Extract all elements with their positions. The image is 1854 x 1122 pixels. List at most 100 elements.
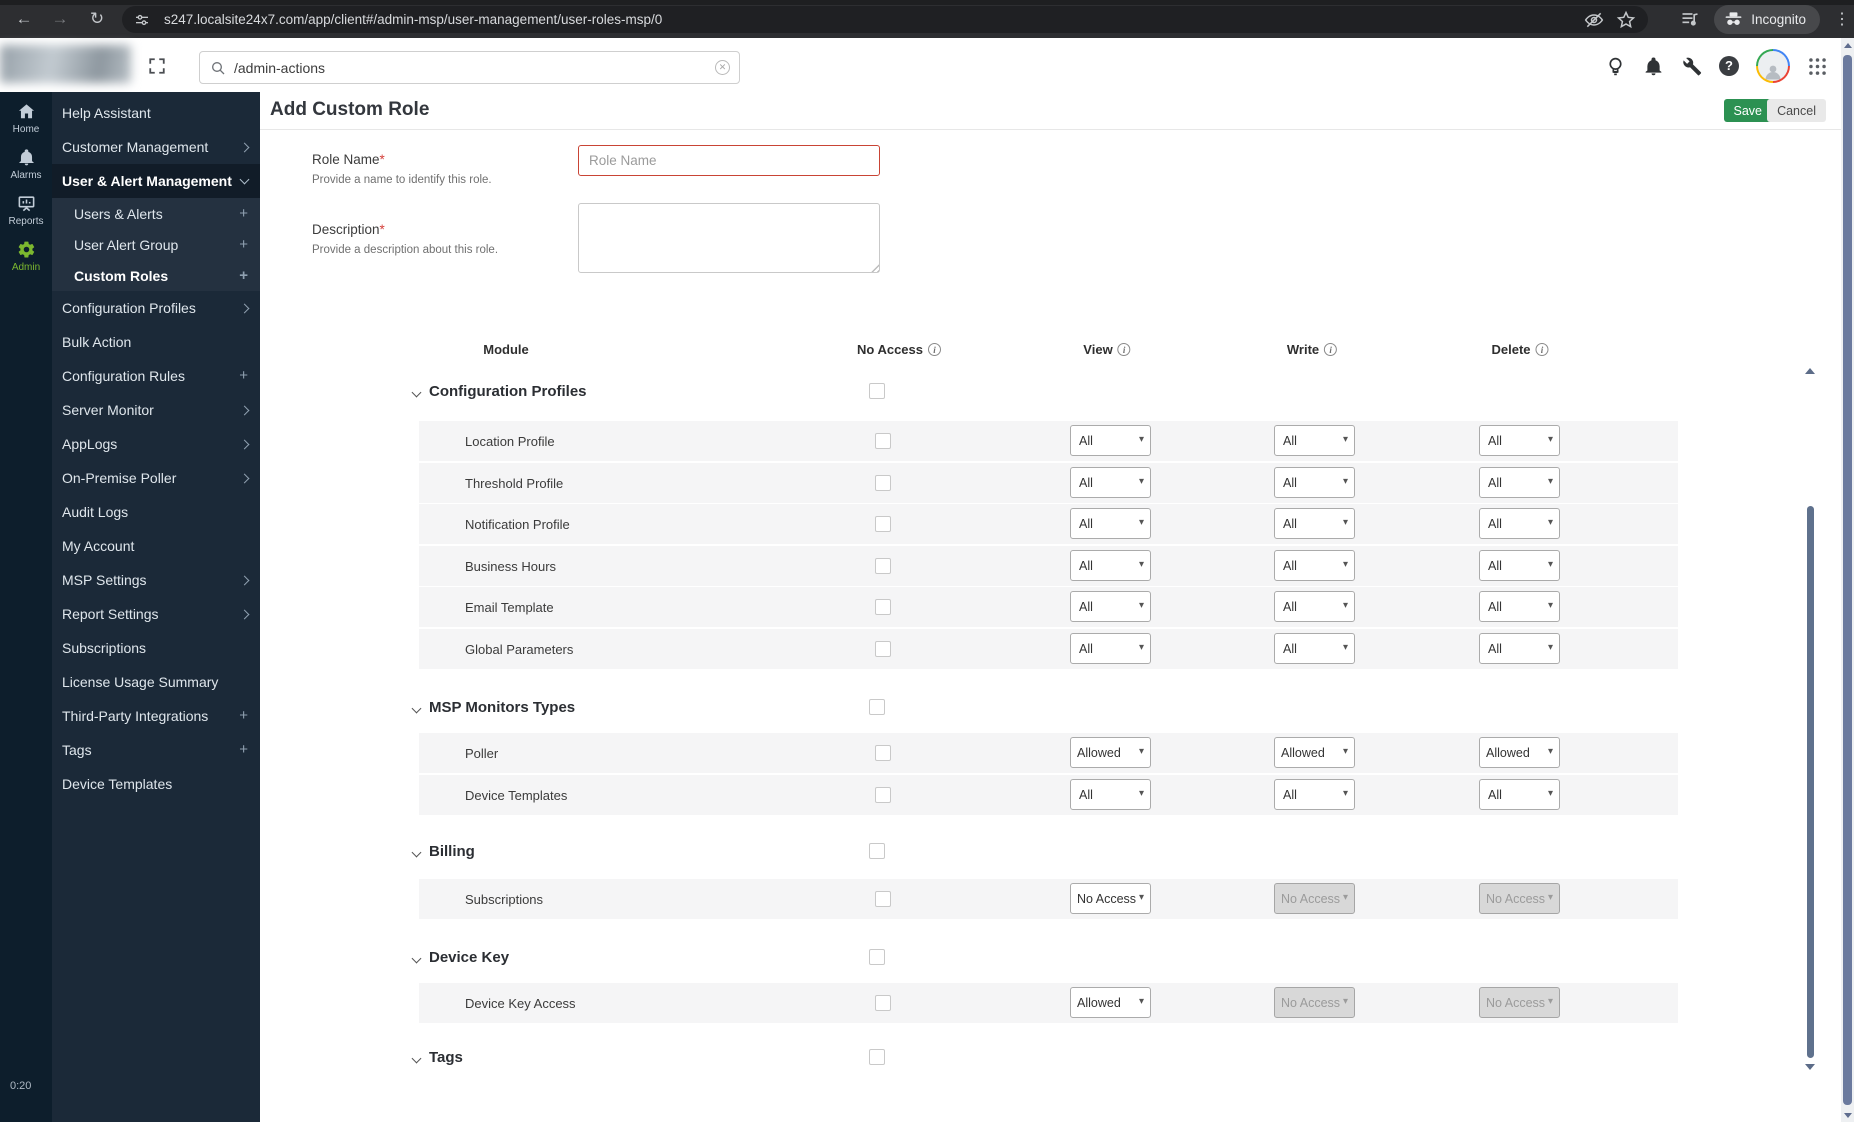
- delete-access-select[interactable]: All ▾: [1479, 632, 1560, 664]
- write-access-select[interactable]: All ▾: [1274, 549, 1355, 581]
- plus-icon[interactable]: +: [239, 237, 248, 252]
- notifications-bell-icon[interactable]: [1643, 56, 1664, 77]
- section-no-access-checkbox[interactable]: [869, 843, 885, 859]
- chevron-right-icon[interactable]: [239, 575, 250, 585]
- browser-menu-icon[interactable]: ⋮: [1834, 9, 1850, 29]
- section-no-access-checkbox[interactable]: [869, 949, 885, 965]
- info-icon[interactable]: i: [1324, 343, 1338, 356]
- rail-item-alarms[interactable]: Alarms: [0, 148, 52, 181]
- address-bar[interactable]: s247.localsite24x7.com/app/client#/admin…: [122, 6, 1648, 33]
- view-access-select[interactable]: All ▾: [1070, 778, 1151, 810]
- scroll-up-arrow[interactable]: [1805, 368, 1815, 374]
- chevron-right-icon[interactable]: [239, 473, 250, 483]
- forward-icon[interactable]: →: [50, 9, 70, 29]
- view-access-select[interactable]: All ▾: [1070, 632, 1151, 664]
- eye-off-icon[interactable]: [1584, 10, 1604, 30]
- sidebar-item-license-usage-summary[interactable]: License Usage Summary: [52, 665, 260, 699]
- sidebar-item-bulk-action[interactable]: Bulk Action: [52, 325, 260, 359]
- sidebar-item-third-party-integrations[interactable]: Third-Party Integrations +: [52, 699, 260, 733]
- page-scroll-down-arrow[interactable]: [1843, 1113, 1852, 1118]
- sidebar-item-custom-roles[interactable]: Custom Roles +: [52, 260, 260, 291]
- role-name-input[interactable]: [578, 145, 880, 176]
- collapse-chevron-icon[interactable]: [411, 847, 422, 858]
- back-icon[interactable]: ←: [14, 9, 34, 29]
- row-no-access-checkbox[interactable]: [875, 474, 891, 491]
- sidebar-item-user-alert-group[interactable]: User Alert Group +: [52, 229, 260, 260]
- delete-access-select[interactable]: All ▾: [1479, 778, 1560, 810]
- url-text[interactable]: s247.localsite24x7.com/app/client#/admin…: [164, 12, 1584, 27]
- cancel-button[interactable]: Cancel: [1767, 99, 1826, 122]
- sidebar-item-configuration-rules[interactable]: Configuration Rules +: [52, 359, 260, 393]
- bookmark-star-icon[interactable]: [1616, 10, 1636, 30]
- delete-access-select[interactable]: Allowed ▾: [1479, 737, 1560, 768]
- row-no-access-checkbox[interactable]: [875, 891, 891, 907]
- delete-access-select[interactable]: All ▾: [1479, 466, 1560, 498]
- scroll-down-arrow[interactable]: [1805, 1064, 1815, 1070]
- row-no-access-checkbox[interactable]: [875, 640, 891, 657]
- sidebar-item-my-account[interactable]: My Account: [52, 529, 260, 563]
- collapse-chevron-icon[interactable]: [411, 953, 422, 964]
- media-queue-icon[interactable]: [1680, 9, 1700, 29]
- section-no-access-checkbox[interactable]: [869, 699, 885, 715]
- delete-access-select[interactable]: All ▾: [1479, 549, 1560, 581]
- plus-icon[interactable]: +: [239, 368, 248, 383]
- save-button[interactable]: Save: [1723, 99, 1772, 122]
- row-no-access-checkbox[interactable]: [875, 557, 891, 574]
- tips-lightbulb-icon[interactable]: [1605, 56, 1626, 77]
- page-scrollbar-thumb[interactable]: [1843, 55, 1852, 1105]
- sidebar-item-device-templates[interactable]: Device Templates: [52, 767, 260, 801]
- description-input[interactable]: [578, 203, 880, 273]
- inner-scrollbar-thumb[interactable]: [1807, 506, 1814, 1058]
- delete-access-select[interactable]: All ▾: [1479, 591, 1560, 622]
- global-search[interactable]: ✕: [199, 51, 740, 84]
- sidebar-item-report-settings[interactable]: Report Settings: [52, 597, 260, 631]
- sidebar-item-tags[interactable]: Tags +: [52, 733, 260, 767]
- write-access-select[interactable]: All ▾: [1274, 425, 1355, 456]
- view-access-select[interactable]: All ▾: [1070, 591, 1151, 622]
- help-icon[interactable]: ?: [1719, 56, 1739, 76]
- section-no-access-checkbox[interactable]: [869, 1049, 885, 1065]
- section-title[interactable]: Billing: [429, 843, 475, 860]
- section-title[interactable]: Device Key: [429, 949, 509, 966]
- row-no-access-checkbox[interactable]: [875, 995, 891, 1011]
- sidebar-item-audit-logs[interactable]: Audit Logs: [52, 495, 260, 529]
- view-access-select[interactable]: Allowed ▾: [1070, 737, 1151, 768]
- section-title[interactable]: Tags: [429, 1049, 463, 1066]
- sidebar-item-user-alert-management[interactable]: User & Alert Management: [52, 164, 260, 198]
- section-title[interactable]: MSP Monitors Types: [429, 699, 575, 716]
- chevron-down-icon[interactable]: [239, 174, 250, 185]
- fullscreen-icon[interactable]: [148, 57, 166, 75]
- row-no-access-checkbox[interactable]: [875, 599, 891, 615]
- row-no-access-checkbox[interactable]: [875, 786, 891, 803]
- chevron-right-icon[interactable]: [239, 405, 250, 415]
- apps-grid-icon[interactable]: [1807, 56, 1828, 77]
- info-icon[interactable]: i: [1535, 343, 1549, 356]
- sidebar-item-configuration-profiles[interactable]: Configuration Profiles: [52, 291, 260, 325]
- write-access-select[interactable]: All ▾: [1274, 508, 1355, 539]
- view-access-select[interactable]: All ▾: [1070, 549, 1151, 581]
- sidebar-item-users-alerts[interactable]: Users & Alerts +: [52, 198, 260, 229]
- row-no-access-checkbox[interactable]: [875, 433, 891, 449]
- section-no-access-checkbox[interactable]: [869, 383, 885, 399]
- sidebar-item-subscriptions[interactable]: Subscriptions: [52, 631, 260, 665]
- collapse-chevron-icon[interactable]: [411, 703, 422, 714]
- row-no-access-checkbox[interactable]: [875, 516, 891, 532]
- rail-item-admin[interactable]: Admin: [0, 240, 52, 273]
- info-icon[interactable]: i: [1117, 343, 1131, 356]
- rail-item-home[interactable]: Home: [0, 102, 52, 135]
- write-access-select[interactable]: All ▾: [1274, 591, 1355, 622]
- sidebar-item-customer-management[interactable]: Customer Management: [52, 130, 260, 164]
- view-access-select[interactable]: No Access ▾: [1070, 883, 1151, 914]
- collapse-chevron-icon[interactable]: [411, 1053, 422, 1064]
- delete-access-select[interactable]: All ▾: [1479, 508, 1560, 539]
- delete-access-select[interactable]: All ▾: [1479, 425, 1560, 456]
- rail-item-reports[interactable]: Reports: [0, 194, 52, 227]
- plus-icon[interactable]: +: [239, 708, 248, 723]
- view-access-select[interactable]: All ▾: [1070, 425, 1151, 456]
- row-no-access-checkbox[interactable]: [875, 745, 891, 761]
- view-access-select[interactable]: Allowed ▾: [1070, 987, 1151, 1018]
- sidebar-item-help-assistant[interactable]: Help Assistant: [52, 96, 260, 130]
- chevron-right-icon[interactable]: [239, 303, 250, 313]
- view-access-select[interactable]: All ▾: [1070, 466, 1151, 498]
- search-input[interactable]: [234, 59, 715, 76]
